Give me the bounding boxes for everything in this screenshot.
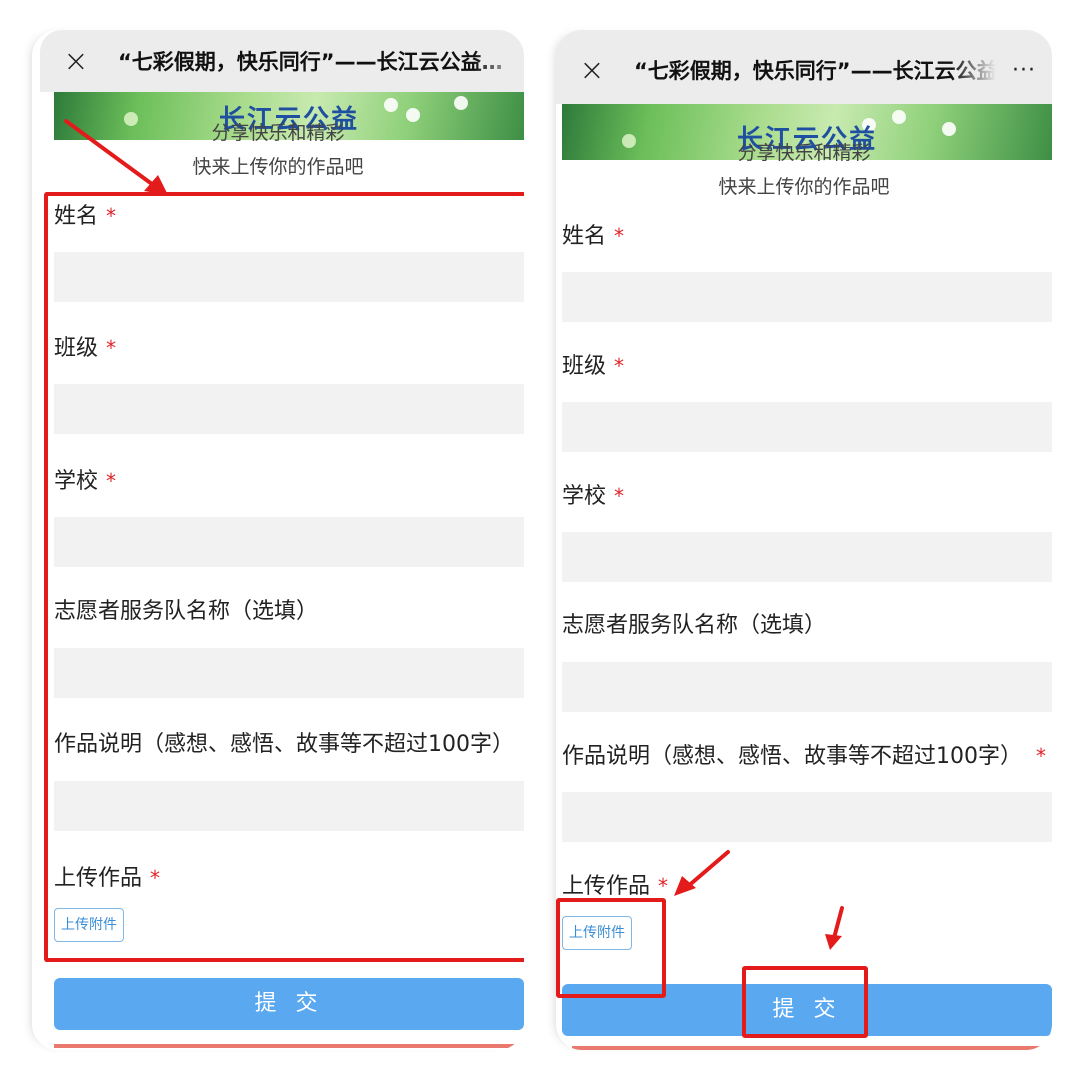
bottom-strip [54,1044,524,1048]
right-phone-screen: × “七彩假期，快乐同行”——长江云公益… ··· 长江云公益 分享快乐和精彩 … [556,30,1052,1050]
required-mark: * [614,484,625,508]
required-mark: * [658,874,669,898]
description-field: 作品说明（感想、感悟、故事等不超过100字） * [562,740,1052,842]
school-label: 学校 * [562,484,625,509]
team-label: 志愿者服务队名称（选填） [562,613,827,638]
required-mark: * [614,224,625,248]
class-input[interactable] [562,402,1052,452]
close-icon[interactable]: × [40,44,112,79]
name-field: 姓名 * [562,220,1052,322]
close-icon[interactable]: × [556,47,628,88]
name-label: 姓名 * [562,224,625,249]
description-input[interactable] [562,792,1052,842]
required-mark: * [1036,744,1046,768]
red-arrow-icon [825,906,844,950]
bottom-strip [572,1046,1052,1050]
page-title: “七彩假期，快乐同行”——长江云公益… [118,50,503,74]
submit-button[interactable]: 提 交 [54,978,524,1030]
school-field: 学校 * [562,480,1052,582]
upload-highlight-box [556,898,666,998]
red-arrow-icon [64,119,168,195]
description-label: 作品说明（感想、感悟、故事等不超过100字） * [562,744,1046,769]
page-title: “七彩假期，快乐同行”——长江云公益… [634,59,996,83]
top-bar: × “七彩假期，快乐同行”——长江云公益… [40,30,524,92]
team-field: 志愿者服务队名称（选填） [562,610,1052,712]
subtitle-upload: 快来上传你的作品吧 [718,176,890,198]
team-input[interactable] [562,662,1052,712]
class-label: 班级 * [562,354,625,379]
name-input[interactable] [562,272,1052,322]
more-icon[interactable]: ··· [996,52,1052,83]
form-highlight-box [44,192,524,962]
class-field: 班级 * [562,350,1052,452]
top-bar: × “七彩假期，快乐同行”——长江云公益… ··· [556,30,1052,104]
required-mark: * [614,354,625,378]
school-input[interactable] [562,532,1052,582]
submit-highlight-box [742,966,868,1038]
subtitle-share: 分享快乐和精彩 [737,142,871,164]
red-arrow-icon [674,850,730,896]
